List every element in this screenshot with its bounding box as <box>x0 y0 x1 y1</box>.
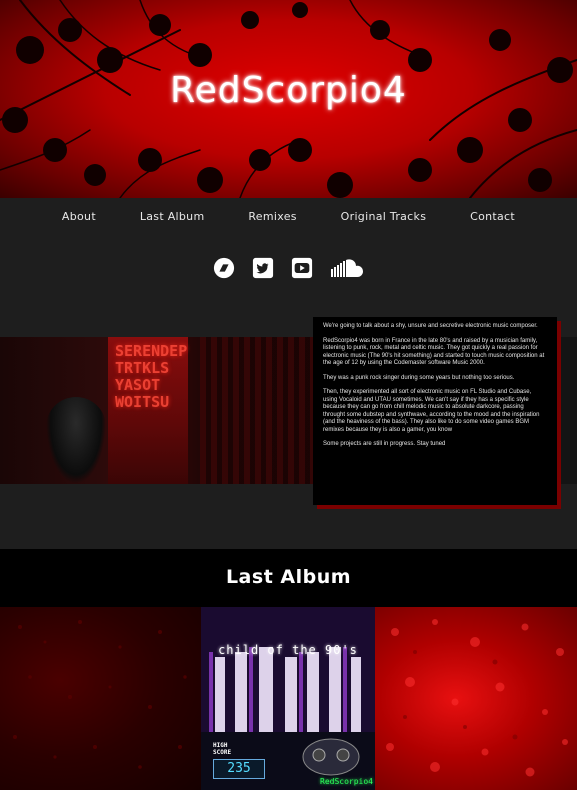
main-nav: About Last Album Remixes Original Tracks… <box>0 198 577 234</box>
about-card: We're going to talk about a shy, unsure … <box>313 317 557 505</box>
hooded-figure <box>46 397 106 484</box>
red-curtain <box>200 337 330 484</box>
album-cover[interactable]: child of the 90's HIGH SCORE 235 RedScor… <box>201 607 375 790</box>
last-album-heading: Last Album <box>225 566 352 588</box>
about-paragraph: Some projects are still in progress. Sta… <box>323 441 446 447</box>
nav-remixes[interactable]: Remixes <box>248 210 296 223</box>
nav-contact[interactable]: Contact <box>470 210 515 223</box>
about-paragraph: They was a punk rock singer during some … <box>323 374 515 381</box>
site-title: RedScorpio4 <box>170 70 407 111</box>
hero-banner: RedScorpio4 <box>0 0 577 198</box>
about-photo: SERENDEP TRTKLS YASOT WOITSU <box>0 337 330 484</box>
nav-about[interactable]: About <box>62 210 96 223</box>
bandcamp-icon[interactable] <box>213 257 235 279</box>
about-paragraph: We're going to talk about a shy, unsure … <box>323 323 538 329</box>
twitter-icon[interactable] <box>252 257 274 279</box>
about-paragraph: RedScorpio4 was born in France in the la… <box>323 337 545 367</box>
raindrops-right <box>386 619 568 777</box>
album-cover-title: child of the 90's <box>218 643 358 657</box>
about-paragraph: Then, they experimented all sort of elec… <box>323 389 540 433</box>
social-links <box>0 254 577 282</box>
neon-sign-text: SERENDEP TRTKLS YASOT WOITSU <box>115 342 188 411</box>
raindrops-left <box>13 620 187 769</box>
cover-score-label: HIGH SCORE <box>213 742 232 756</box>
rain-photo-right <box>375 607 577 790</box>
rain-photo-left <box>0 607 201 790</box>
youtube-icon[interactable] <box>291 257 313 279</box>
soundcloud-icon[interactable] <box>330 257 364 279</box>
nav-original-tracks[interactable]: Original Tracks <box>341 210 427 223</box>
cover-artist-tag: RedScorpio4 <box>320 777 373 786</box>
cover-score: 235 <box>213 759 265 779</box>
nav-last-album[interactable]: Last Album <box>140 210 205 223</box>
